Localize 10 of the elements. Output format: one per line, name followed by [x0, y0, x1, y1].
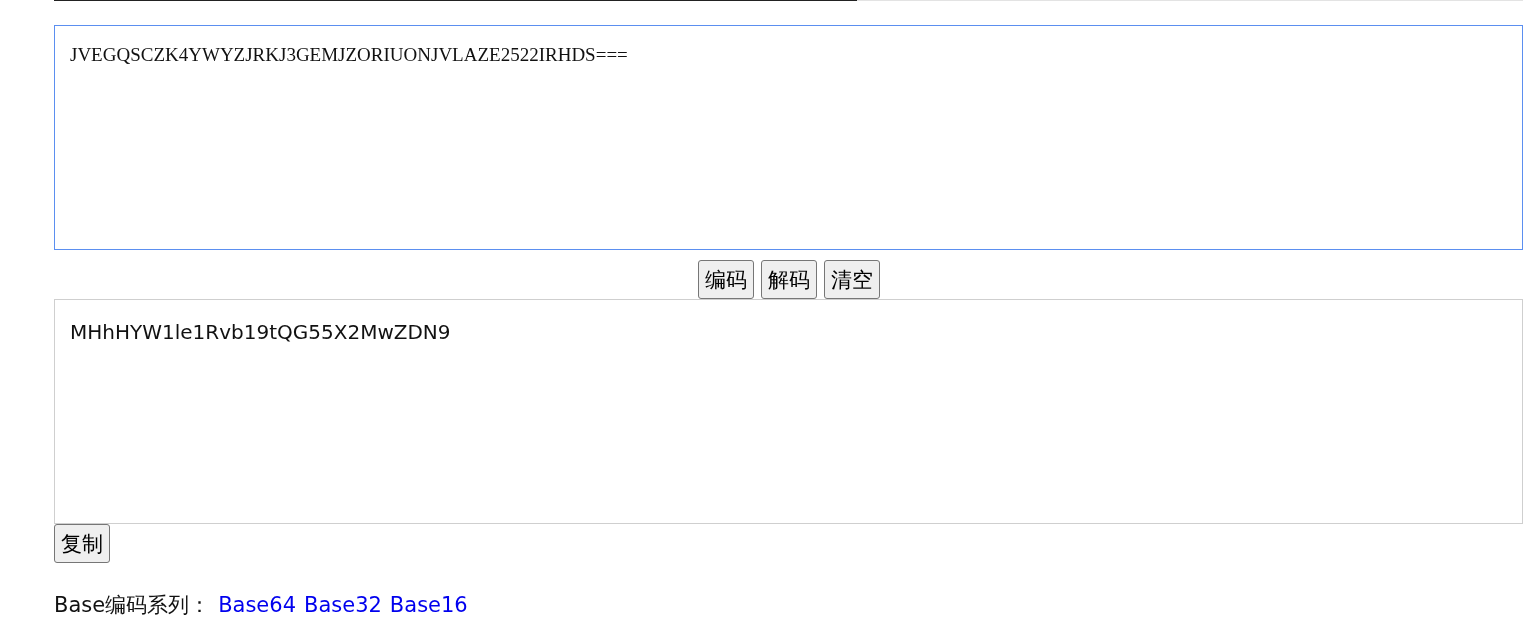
action-button[interactable]: 清空 — [823, 260, 880, 299]
base-link[interactable]: Base64 — [218, 593, 296, 617]
input-field[interactable]: JVEGQSCZK4YWYZJRKJ3GEMJZORIUONJVLAZE2522IRHDS=== — [54, 25, 1523, 250]
base-link[interactable]: Base32 — [304, 593, 382, 617]
base-link[interactable]: Base16 — [389, 593, 468, 617]
action-button[interactable]: 编码 — [697, 260, 754, 299]
action-button[interactable]: 解码 — [760, 260, 817, 299]
series-label: Base编码系列： — [54, 592, 211, 619]
copy-button[interactable]: 复制 — [54, 524, 110, 563]
output-field[interactable]: MHhHYW1le1Rvb19tQG55X2MwZDN9 — [54, 299, 1523, 524]
